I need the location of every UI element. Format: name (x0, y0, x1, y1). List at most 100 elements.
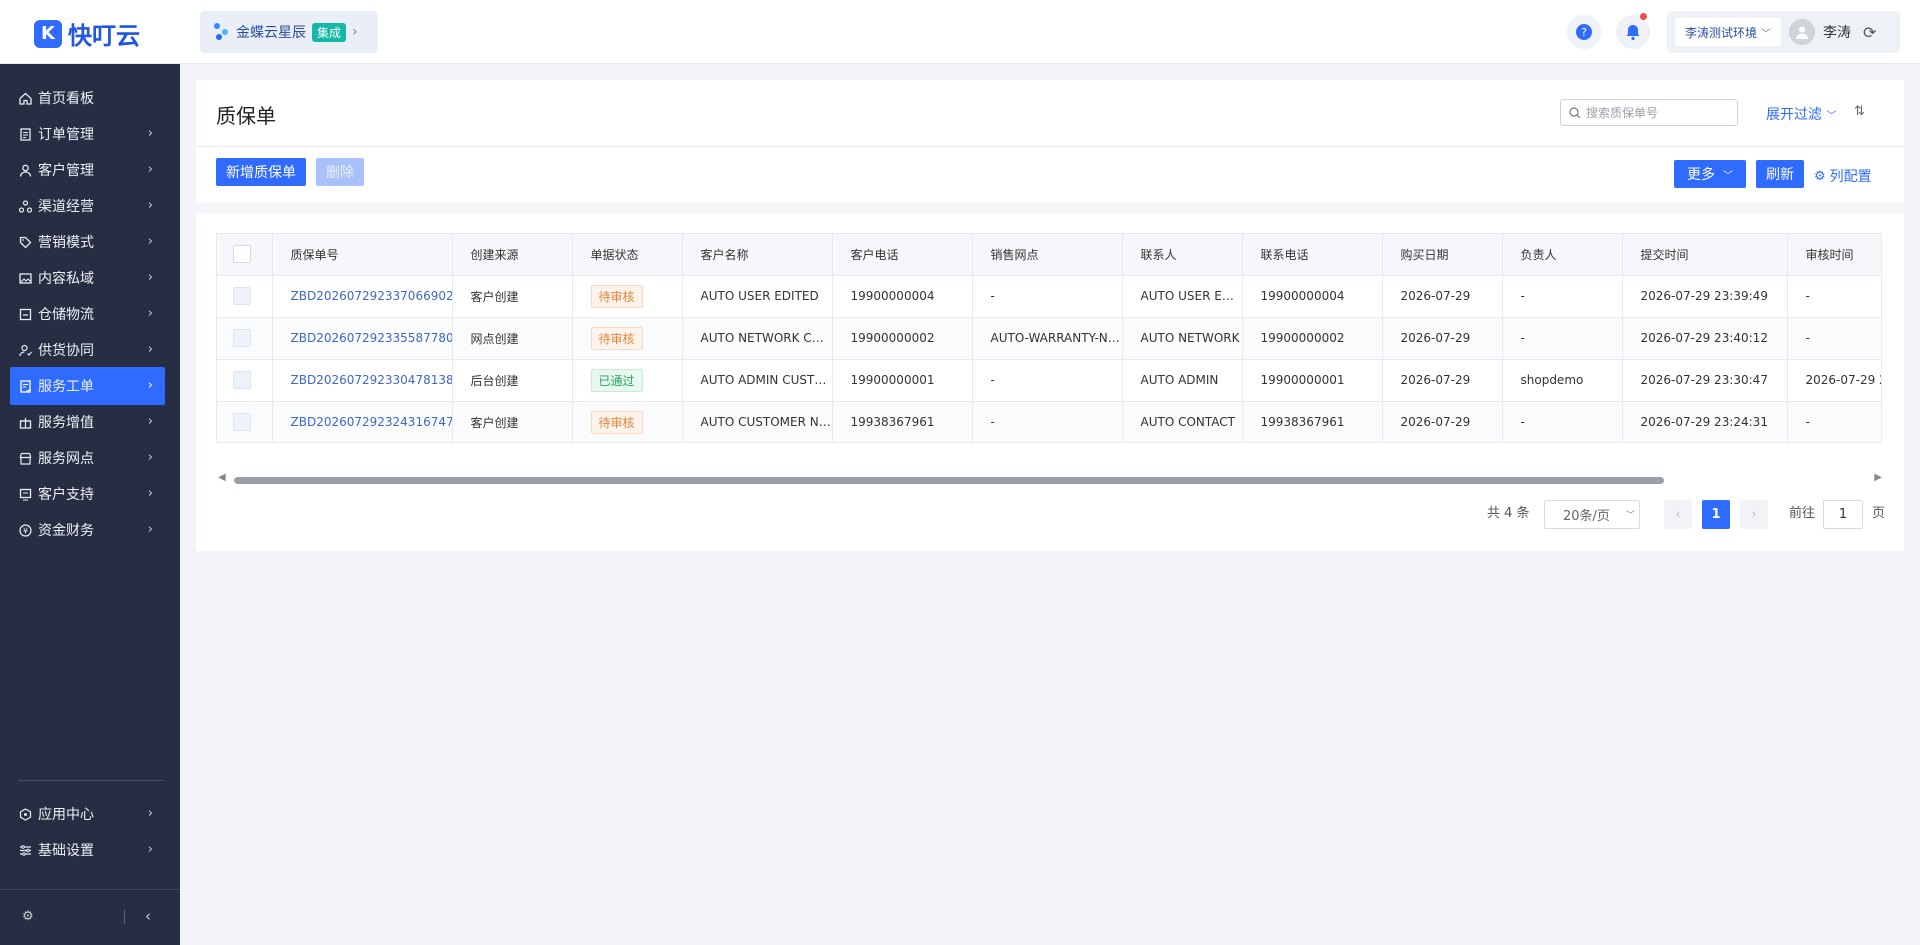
expand-filter-button[interactable]: 展开过滤 ﹀ (1766, 104, 1836, 124)
more-button[interactable]: 更多 ﹀ (1674, 160, 1746, 188)
sidebar-item-label: 内容私域 (38, 271, 94, 287)
warranty-number-link[interactable]: ZBD202607292324316747 (272, 401, 453, 442)
column-header[interactable]: 销售网点 (972, 234, 1123, 276)
scroll-right-icon[interactable]: ▶ (1874, 472, 1882, 483)
chevron-right-icon: › (147, 486, 153, 501)
sidebar-item-label: 服务增值 (38, 415, 94, 431)
column-header[interactable]: 负责人 (1502, 234, 1623, 276)
sort-icon[interactable]: ⇅ (1854, 104, 1865, 119)
column-header[interactable]: 联系电话 (1242, 234, 1383, 276)
sidebar-item-channels[interactable]: 渠道经营 › (10, 187, 165, 225)
logo[interactable]: K 快叮云 (34, 16, 140, 51)
contact-cell: AUTO CONTACT (1122, 401, 1243, 442)
warranty-number-link[interactable]: ZBD202607292330478138 (272, 359, 453, 402)
column-header[interactable]: 质保单号 (272, 234, 453, 276)
audit-time-cell: - (1787, 275, 1881, 318)
next-page-button[interactable]: › (1740, 500, 1768, 529)
warranty-number-link[interactable]: ZBD202607292335587780 (272, 317, 453, 360)
contact-phone-cell: 19900000001 (1242, 359, 1383, 402)
scroll-left-icon[interactable]: ◀ (218, 472, 226, 483)
sidebar-item-home[interactable]: 首页看板 (10, 79, 165, 117)
supply-icon (18, 343, 32, 357)
phone-cell: 19938367961 (832, 401, 973, 442)
sidebar-item-content[interactable]: 内容私域 › (10, 259, 165, 297)
select-all-checkbox[interactable] (233, 245, 251, 264)
sidebar-item-label: 订单管理 (38, 127, 94, 143)
order-icon (18, 127, 32, 141)
sidebar-item-label: 基础设置 (38, 843, 94, 859)
warranty-table-viewport: 质保单号 创建来源 单据状态 客户名称 客户电话 销售网点 联系人 联系电话 购… (216, 233, 1882, 443)
support-icon (18, 487, 32, 501)
title-card: 质保单 搜索质保单号 展开过滤 ﹀ ⇅ 新增质保单 删除 更多 ﹀ 刷新 ⚙ 列… (196, 80, 1904, 203)
expand-filter-label: 展开过滤 (1766, 107, 1822, 123)
warehouse-icon (18, 307, 32, 321)
sidebar-item-support[interactable]: 客户支持 › (10, 475, 165, 513)
ticket-icon (18, 379, 32, 393)
column-header[interactable]: 联系人 (1122, 234, 1243, 276)
row-checkbox[interactable] (233, 329, 251, 347)
chevron-right-icon: › (147, 842, 153, 857)
column-config-button[interactable]: ⚙ 列配置 (1814, 166, 1872, 186)
svg-text:¥: ¥ (22, 526, 27, 535)
sidebar-item-label: 应用中心 (38, 807, 94, 823)
contact-cell: AUTO ADMIN (1122, 359, 1243, 402)
refresh-button[interactable]: 刷新 (1756, 160, 1804, 188)
sidebar-item-app-center[interactable]: 应用中心 › (10, 795, 165, 833)
scrollbar-thumb[interactable] (234, 477, 1664, 484)
prev-page-button[interactable]: ‹ (1664, 500, 1692, 529)
row-select-cell (217, 359, 273, 402)
horizontal-scrollbar[interactable]: ◀ ▶ (216, 472, 1882, 485)
delete-button[interactable]: 删除 (316, 158, 364, 186)
search-input[interactable]: 搜索质保单号 (1560, 99, 1738, 126)
row-checkbox[interactable] (233, 371, 251, 389)
column-header[interactable]: 单据状态 (572, 234, 683, 276)
search-placeholder: 搜索质保单号 (1586, 106, 1659, 120)
page-number-button[interactable]: 1 (1702, 500, 1730, 529)
warranty-number-link[interactable]: ZBD202607292337066902 (272, 275, 453, 318)
customer-cell: AUTO USER EDITED (682, 275, 833, 318)
sidebar-item-warehouse[interactable]: 仓储物流 › (10, 295, 165, 333)
refresh-label: 刷新 (1766, 167, 1794, 183)
collapse-sidebar-icon[interactable]: ‹ (145, 907, 151, 925)
page-size-select[interactable]: 20条/页 ﹀ (1544, 500, 1640, 529)
column-header[interactable]: 客户名称 (682, 234, 833, 276)
chevron-down-icon: ﹀ (1625, 511, 1635, 521)
row-select-cell (217, 317, 273, 360)
settings-gear-icon[interactable]: ⚙ (22, 909, 34, 924)
environment-select[interactable]: 李涛测试环境 ﹀ (1675, 18, 1782, 46)
settings-sliders-icon (18, 843, 32, 857)
goto-page-input[interactable]: 1 (1823, 500, 1863, 529)
sidebar-item-value-added[interactable]: 服务增值 › (10, 403, 165, 441)
column-header[interactable]: 创建来源 (452, 234, 573, 276)
sidebar-item-service-outlets[interactable]: 服务网点 › (10, 439, 165, 477)
chevron-right-icon: › (147, 162, 153, 177)
column-header[interactable]: 购买日期 (1382, 234, 1503, 276)
sidebar-item-label: 客户管理 (38, 163, 94, 179)
sidebar-item-marketing[interactable]: 营销模式 › (10, 223, 165, 261)
sidebar-item-service-tickets[interactable]: 服务工单 › (10, 367, 165, 405)
sidebar-item-finance[interactable]: ¥ 资金财务 › (10, 511, 165, 549)
notification-button[interactable] (1616, 13, 1650, 49)
sidebar-item-orders[interactable]: 订单管理 › (10, 115, 165, 153)
table-row: ZBD202607292337066902 客户创建 待审核 AUTO USER… (217, 275, 1881, 318)
table-row: ZBD202607292335587780 网点创建 待审核 AUTO NETW… (217, 317, 1881, 360)
help-button[interactable]: ? (1567, 15, 1601, 49)
add-warranty-button[interactable]: 新增质保单 (216, 158, 306, 186)
status-cell: 已通过 (572, 359, 683, 402)
buy-date-cell: 2026-07-29 (1382, 317, 1503, 360)
integration-chip-label: 金蝶云星辰 (236, 25, 306, 41)
sidebar-item-basic-settings[interactable]: 基础设置 › (10, 831, 165, 869)
sidebar-item-customers[interactable]: 客户管理 › (10, 151, 165, 189)
sidebar-item-supply[interactable]: 供货协同 › (10, 331, 165, 369)
audit-time-cell: - (1787, 317, 1881, 360)
avatar[interactable] (1789, 19, 1816, 45)
row-checkbox[interactable] (233, 413, 251, 431)
table-card: 质保单号 创建来源 单据状态 客户名称 客户电话 销售网点 联系人 联系电话 购… (196, 213, 1904, 551)
column-header[interactable]: 客户电话 (832, 234, 973, 276)
column-header[interactable]: 审核时间 (1787, 234, 1881, 276)
row-checkbox[interactable] (233, 287, 251, 305)
refresh-icon[interactable]: ⟳ (1863, 23, 1876, 42)
buy-date-cell: 2026-07-29 (1382, 275, 1503, 318)
column-header[interactable]: 提交时间 (1622, 234, 1788, 276)
integration-chip[interactable]: 金蝶云星辰 集成 › (200, 11, 378, 53)
